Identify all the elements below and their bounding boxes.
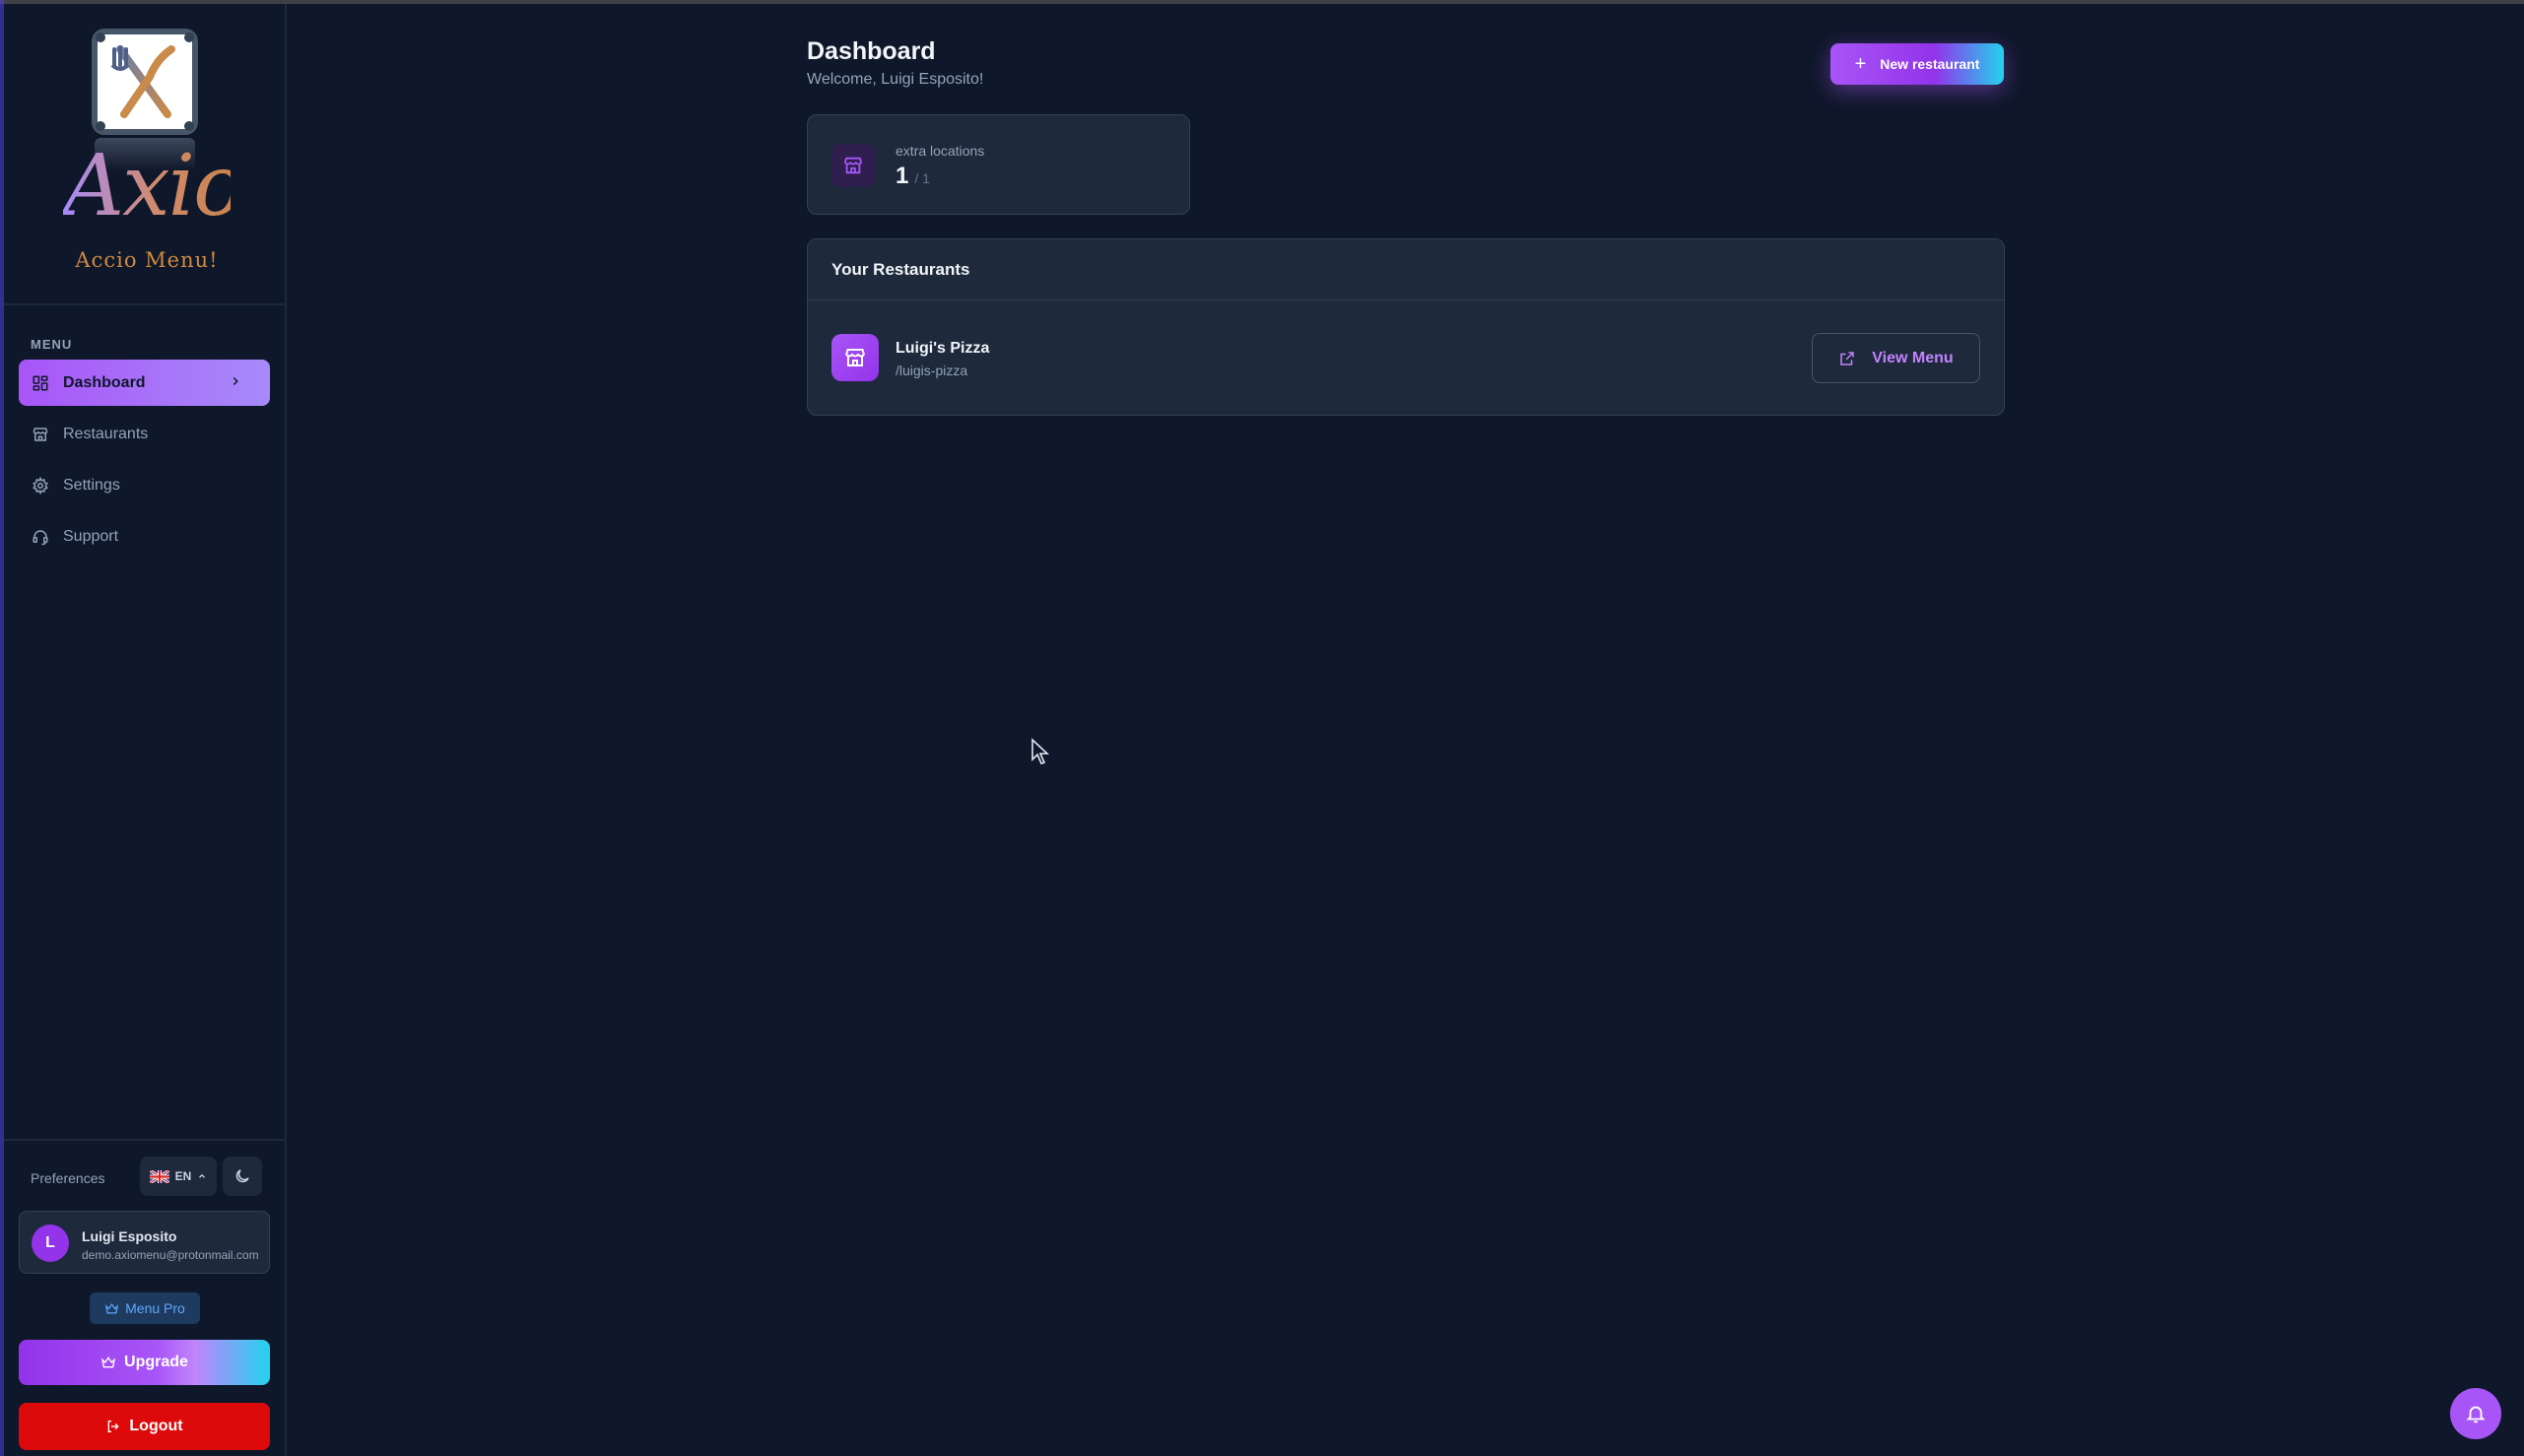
dashboard-icon: [33, 375, 48, 390]
sidebar-item-label: Restaurants: [63, 425, 149, 442]
restaurant-slug: /luigis-pizza: [896, 363, 968, 378]
stat-count: 1: [896, 163, 909, 189]
headset-icon: [33, 529, 48, 545]
restaurants-title: Your Restaurants: [831, 260, 970, 279]
view-menu-label: View Menu: [1872, 349, 1954, 366]
chevron-up-icon: [199, 1173, 206, 1178]
list-item: Luigi's Pizza /luigis-pizza View Menu: [808, 300, 2004, 415]
sidebar-item-label: Dashboard: [63, 373, 146, 391]
sidebar-item-dashboard[interactable]: Dashboard: [19, 360, 270, 406]
theme-toggle-button[interactable]: [223, 1157, 262, 1196]
uk-flag-icon: [149, 1169, 169, 1183]
store-icon: [831, 144, 875, 187]
store-icon: [33, 427, 48, 441]
restaurants-header: Your Restaurants: [808, 239, 2004, 300]
plus-icon: +: [1854, 52, 1867, 75]
user-name: Luigi Esposito: [82, 1228, 177, 1244]
user-email: demo.axiomenu@protonmail.com: [82, 1248, 259, 1262]
language-code: EN: [174, 1169, 192, 1183]
logout-icon: [108, 1421, 120, 1432]
crown-icon: [105, 1302, 119, 1313]
notifications-button[interactable]: [2450, 1388, 2501, 1439]
stat-limit: / 1: [914, 170, 930, 186]
bell-icon: [2466, 1406, 2486, 1423]
avatar: L: [32, 1224, 69, 1262]
store-icon: [831, 334, 879, 381]
menu-caption: MENU: [31, 337, 73, 352]
brand-logo[interactable]: Axio Accio Menu!: [4, 4, 287, 305]
external-link-icon: [1840, 351, 1855, 365]
moon-icon: [235, 1169, 249, 1183]
plan-badge: Menu Pro: [90, 1292, 200, 1324]
fork-knife-logo-icon: [91, 28, 199, 136]
chevron-right-icon: [232, 376, 238, 386]
upgrade-button[interactable]: Upgrade: [19, 1340, 270, 1385]
sidebar-divider: [4, 1139, 287, 1141]
new-restaurant-button[interactable]: + New restaurant: [1830, 43, 2004, 85]
welcome-message: Welcome, Luigi Esposito!: [807, 71, 984, 88]
brand-tagline: Accio Menu!: [75, 248, 219, 272]
brand-name: Axio: [63, 137, 244, 235]
page-title: Dashboard: [807, 37, 936, 65]
window-left-border: [0, 0, 4, 1456]
view-menu-button[interactable]: View Menu: [1812, 333, 1980, 383]
new-restaurant-label: New restaurant: [1880, 56, 1980, 72]
sidebar: Axio Accio Menu! MENU Dashboard Restaura…: [4, 4, 287, 1456]
language-selector[interactable]: EN: [140, 1157, 217, 1196]
stat-value: 1 / 1: [896, 163, 930, 190]
plan-name: Menu Pro: [125, 1300, 185, 1316]
mouse-cursor-icon: [1031, 738, 1050, 764]
restaurant-name: Luigi's Pizza: [896, 340, 990, 357]
restaurants-panel: Your Restaurants Luigi's Pizza /luigis-p…: [807, 238, 2005, 416]
sidebar-item-settings[interactable]: Settings: [19, 462, 270, 508]
crown-icon: [101, 1357, 116, 1368]
user-profile-card[interactable]: L Luigi Esposito demo.axiomenu@protonmai…: [19, 1211, 270, 1274]
stat-label: extra locations: [896, 143, 985, 159]
gear-icon: [33, 476, 48, 495]
sidebar-item-label: Support: [63, 527, 119, 545]
extra-locations-card: extra locations 1 / 1: [807, 114, 1190, 215]
sidebar-item-restaurants[interactable]: Restaurants: [19, 411, 270, 457]
preferences-label: Preferences: [31, 1170, 105, 1186]
logout-button[interactable]: Logout: [19, 1403, 270, 1450]
upgrade-label: Upgrade: [124, 1354, 188, 1370]
window-top-border: [0, 0, 2524, 4]
logout-label: Logout: [129, 1418, 183, 1434]
sidebar-item-support[interactable]: Support: [19, 513, 270, 560]
sidebar-item-label: Settings: [63, 476, 120, 494]
